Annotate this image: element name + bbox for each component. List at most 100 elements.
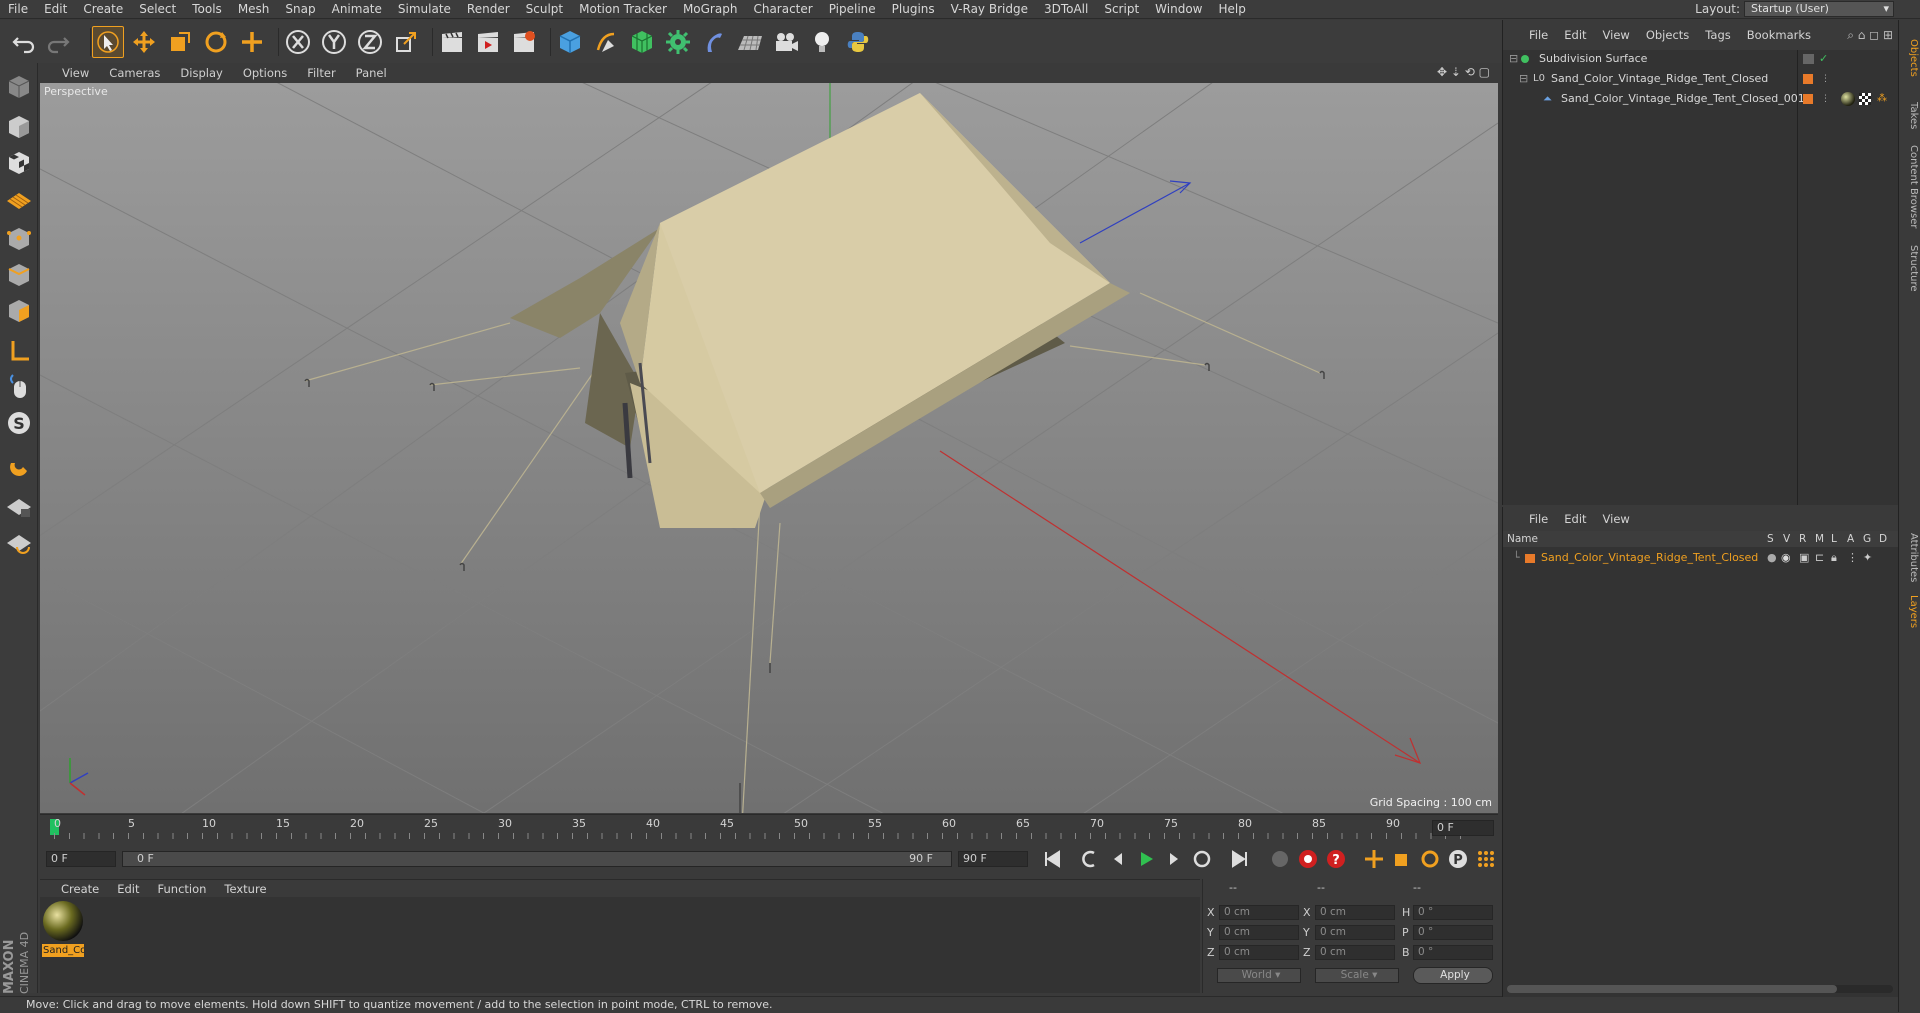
size-z-field[interactable]: 0 cm	[1315, 945, 1395, 960]
scale-tool-button[interactable]	[164, 26, 196, 58]
tweak-mode-button[interactable]	[3, 371, 35, 403]
menu-mesh[interactable]: Mesh	[230, 0, 278, 19]
layer-animation-icon[interactable]: ⋮	[1847, 549, 1858, 567]
coord-mode-dropdown[interactable]: World ▾	[1217, 968, 1301, 983]
model-mode-button[interactable]	[3, 111, 35, 143]
tab-content-browser[interactable]: Content Browser	[1901, 142, 1919, 232]
menu-snap[interactable]: Snap	[277, 0, 323, 19]
viewport-menu-options[interactable]: Options	[233, 66, 297, 80]
extra-tag-icon[interactable]: ⁂	[1877, 90, 1887, 108]
x-axis-lock-button[interactable]	[282, 26, 314, 58]
apply-button[interactable]: Apply	[1413, 967, 1493, 984]
layer-scrollbar[interactable]	[1507, 985, 1893, 993]
edges-mode-button[interactable]	[3, 259, 35, 291]
prev-frame-button[interactable]	[1106, 847, 1130, 871]
layer-scrollbar-thumb[interactable]	[1507, 985, 1837, 993]
key-pla-button[interactable]	[1474, 847, 1498, 871]
position-z-field[interactable]: 0 cm	[1219, 945, 1299, 960]
y-axis-lock-button[interactable]	[318, 26, 350, 58]
viewport-menu-view[interactable]: View	[52, 66, 99, 80]
perspective-viewport[interactable]: Perspective Grid Spacing : 100 cm	[40, 83, 1498, 813]
light-button[interactable]	[806, 26, 838, 58]
size-x-field[interactable]: 0 cm	[1315, 905, 1395, 920]
layer-toggle-icon[interactable]	[1803, 54, 1814, 64]
visibility-dots-icon[interactable]: ⋮	[1821, 90, 1830, 108]
polygons-mode-button[interactable]	[3, 295, 35, 327]
texture-mode-button[interactable]	[3, 147, 35, 179]
material-menu-texture[interactable]: Texture	[215, 882, 275, 896]
move-tool-button[interactable]	[128, 26, 160, 58]
next-frame-button[interactable]	[1162, 847, 1186, 871]
layer-color-icon[interactable]	[1803, 94, 1813, 104]
layer-row[interactable]: └ Sand_Color_Vintage_Ridge_Tent_Closed ●…	[1503, 549, 1899, 567]
render-view-button[interactable]	[436, 26, 468, 58]
layer-solo-icon[interactable]: ●	[1767, 549, 1777, 567]
menu-3dtoall[interactable]: 3DToAll	[1036, 0, 1096, 19]
record-keyframe-button[interactable]	[1296, 847, 1320, 871]
timeline-ruler[interactable]: 0 5 10 15 20 25 30 35 40 45 50 55 60 65 …	[40, 814, 1498, 840]
menu-character[interactable]: Character	[745, 0, 820, 19]
menu-help[interactable]: Help	[1210, 0, 1253, 19]
viewport-nav-icons[interactable]: ✥ ⇣ ⟲ ▢	[1437, 65, 1490, 79]
goto-end-button[interactable]	[1228, 847, 1252, 871]
layers-menu-edit[interactable]: Edit	[1556, 512, 1594, 526]
planar-workplane-button[interactable]	[3, 527, 35, 559]
material-swatch[interactable]: Sand_Co	[42, 901, 84, 957]
layers-menu-file[interactable]: File	[1521, 512, 1556, 526]
menu-sculpt[interactable]: Sculpt	[518, 0, 571, 19]
position-y-field[interactable]: 0 cm	[1219, 925, 1299, 940]
layer-generator-icon[interactable]: ✦	[1863, 549, 1872, 567]
end-frame-field[interactable]: 90 F	[958, 851, 1028, 867]
object-row-subdivision-surface[interactable]: ⊟ Subdivision Surface ✓	[1503, 50, 1899, 68]
layout-dropdown[interactable]: Startup (User)	[1744, 1, 1894, 17]
material-tag-icon[interactable]	[1841, 92, 1855, 106]
menu-simulate[interactable]: Simulate	[390, 0, 459, 19]
key-parameter-button[interactable]: P	[1446, 847, 1470, 871]
layer-manager-icon[interactable]: ⊏	[1815, 549, 1824, 567]
live-selection-button[interactable]	[92, 26, 124, 58]
enabled-check-icon[interactable]: ✓	[1819, 50, 1828, 68]
key-rotation-button[interactable]	[1418, 847, 1442, 871]
layer-lock-icon[interactable]: 🔒︎	[1831, 549, 1837, 567]
menu-window[interactable]: Window	[1147, 0, 1210, 19]
layer-render-icon[interactable]: ▣	[1799, 549, 1809, 567]
autokey-button[interactable]: ?	[1324, 847, 1348, 871]
layer-color-icon[interactable]	[1803, 74, 1813, 84]
key-scale-button[interactable]	[1390, 847, 1414, 871]
objects-menu-objects[interactable]: Objects	[1638, 28, 1697, 42]
transform-tool-button[interactable]	[236, 26, 268, 58]
viewport-menu-display[interactable]: Display	[170, 66, 232, 80]
menu-edit[interactable]: Edit	[36, 0, 75, 19]
pen-spline-button[interactable]	[590, 26, 622, 58]
rotate-tool-button[interactable]	[200, 26, 232, 58]
position-x-field[interactable]: 0 cm	[1219, 905, 1299, 920]
object-row-tent-closed-001[interactable]: ⏶ Sand_Color_Vintage_Ridge_Tent_Closed_0…	[1503, 90, 1899, 108]
menu-tools[interactable]: Tools	[184, 0, 230, 19]
viewport-menu-cameras[interactable]: Cameras	[99, 66, 170, 80]
menu-file[interactable]: File	[0, 0, 36, 19]
workplane-mode-button[interactable]	[3, 183, 35, 215]
magnet-button[interactable]	[3, 451, 35, 483]
menu-render[interactable]: Render	[459, 0, 518, 19]
rotation-b-field[interactable]: 0 °	[1413, 945, 1493, 960]
layers-menu-view[interactable]: View	[1595, 512, 1638, 526]
cube-object-button[interactable]	[554, 26, 586, 58]
tab-attributes[interactable]: Attributes	[1901, 528, 1919, 588]
start-frame-field[interactable]: 0 F	[46, 851, 116, 867]
tab-layers[interactable]: Layers	[1901, 592, 1919, 632]
menu-motion-tracker[interactable]: Motion Tracker	[571, 0, 675, 19]
menu-vray-bridge[interactable]: V-Ray Bridge	[943, 0, 1036, 19]
coordinate-system-button[interactable]	[390, 26, 422, 58]
menu-pipeline[interactable]: Pipeline	[821, 0, 884, 19]
material-menu-edit[interactable]: Edit	[108, 882, 148, 896]
objects-menu-edit[interactable]: Edit	[1556, 28, 1594, 42]
key-position-button[interactable]	[1362, 847, 1386, 871]
menu-animate[interactable]: Animate	[324, 0, 390, 19]
menu-select[interactable]: Select	[131, 0, 184, 19]
subdivision-surface-button[interactable]	[626, 26, 658, 58]
deformer-button[interactable]	[698, 26, 730, 58]
goto-next-key-button[interactable]	[1190, 847, 1214, 871]
tab-structure[interactable]: Structure	[1901, 238, 1919, 298]
objects-menu-view[interactable]: View	[1595, 28, 1638, 42]
z-axis-lock-button[interactable]	[354, 26, 386, 58]
